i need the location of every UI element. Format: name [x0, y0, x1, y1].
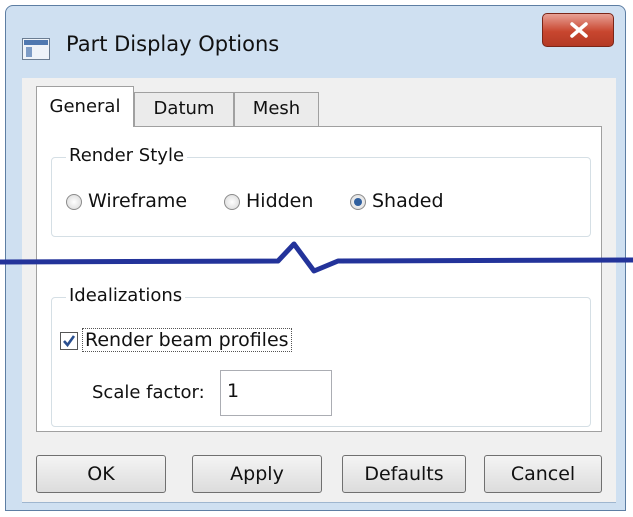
- title-bar[interactable]: Part Display Options: [6, 6, 625, 78]
- ok-button[interactable]: OK: [36, 455, 166, 493]
- cancel-button[interactable]: Cancel: [484, 455, 602, 493]
- tab-mesh[interactable]: Mesh: [234, 92, 319, 126]
- window-bottom-edge: [22, 502, 616, 503]
- wireframe-label: Wireframe: [88, 190, 188, 212]
- render-style-group: Render Style Wireframe Hidden Shaded: [51, 145, 591, 237]
- close-button[interactable]: [542, 13, 614, 47]
- checkmark-icon: [63, 335, 76, 348]
- render-style-legend: Render Style: [66, 145, 188, 166]
- tab-general[interactable]: General: [36, 86, 134, 127]
- scale-factor-label: Scale factor:: [92, 382, 205, 403]
- window-title: Part Display Options: [66, 32, 280, 56]
- tab-datum[interactable]: Datum: [134, 92, 234, 126]
- radio-circle: [224, 194, 240, 210]
- idealizations-group: Idealizations Render beam profiles Scale…: [51, 285, 591, 427]
- break-line-marker: [0, 241, 633, 274]
- radio-circle-selected: [350, 194, 366, 210]
- render-beam-profiles-checkbox[interactable]: [60, 332, 78, 350]
- render-beam-profiles-label[interactable]: Render beam profiles: [82, 328, 292, 352]
- close-icon: [570, 22, 588, 38]
- hidden-label: Hidden: [246, 190, 314, 212]
- apply-button[interactable]: Apply: [192, 455, 322, 493]
- radio-dot: [354, 198, 362, 206]
- shaded-label: Shaded: [372, 190, 444, 212]
- scale-factor-input[interactable]: 1: [220, 370, 332, 416]
- radio-circle: [66, 194, 82, 210]
- app-icon: [22, 38, 50, 60]
- defaults-button[interactable]: Defaults: [342, 455, 466, 493]
